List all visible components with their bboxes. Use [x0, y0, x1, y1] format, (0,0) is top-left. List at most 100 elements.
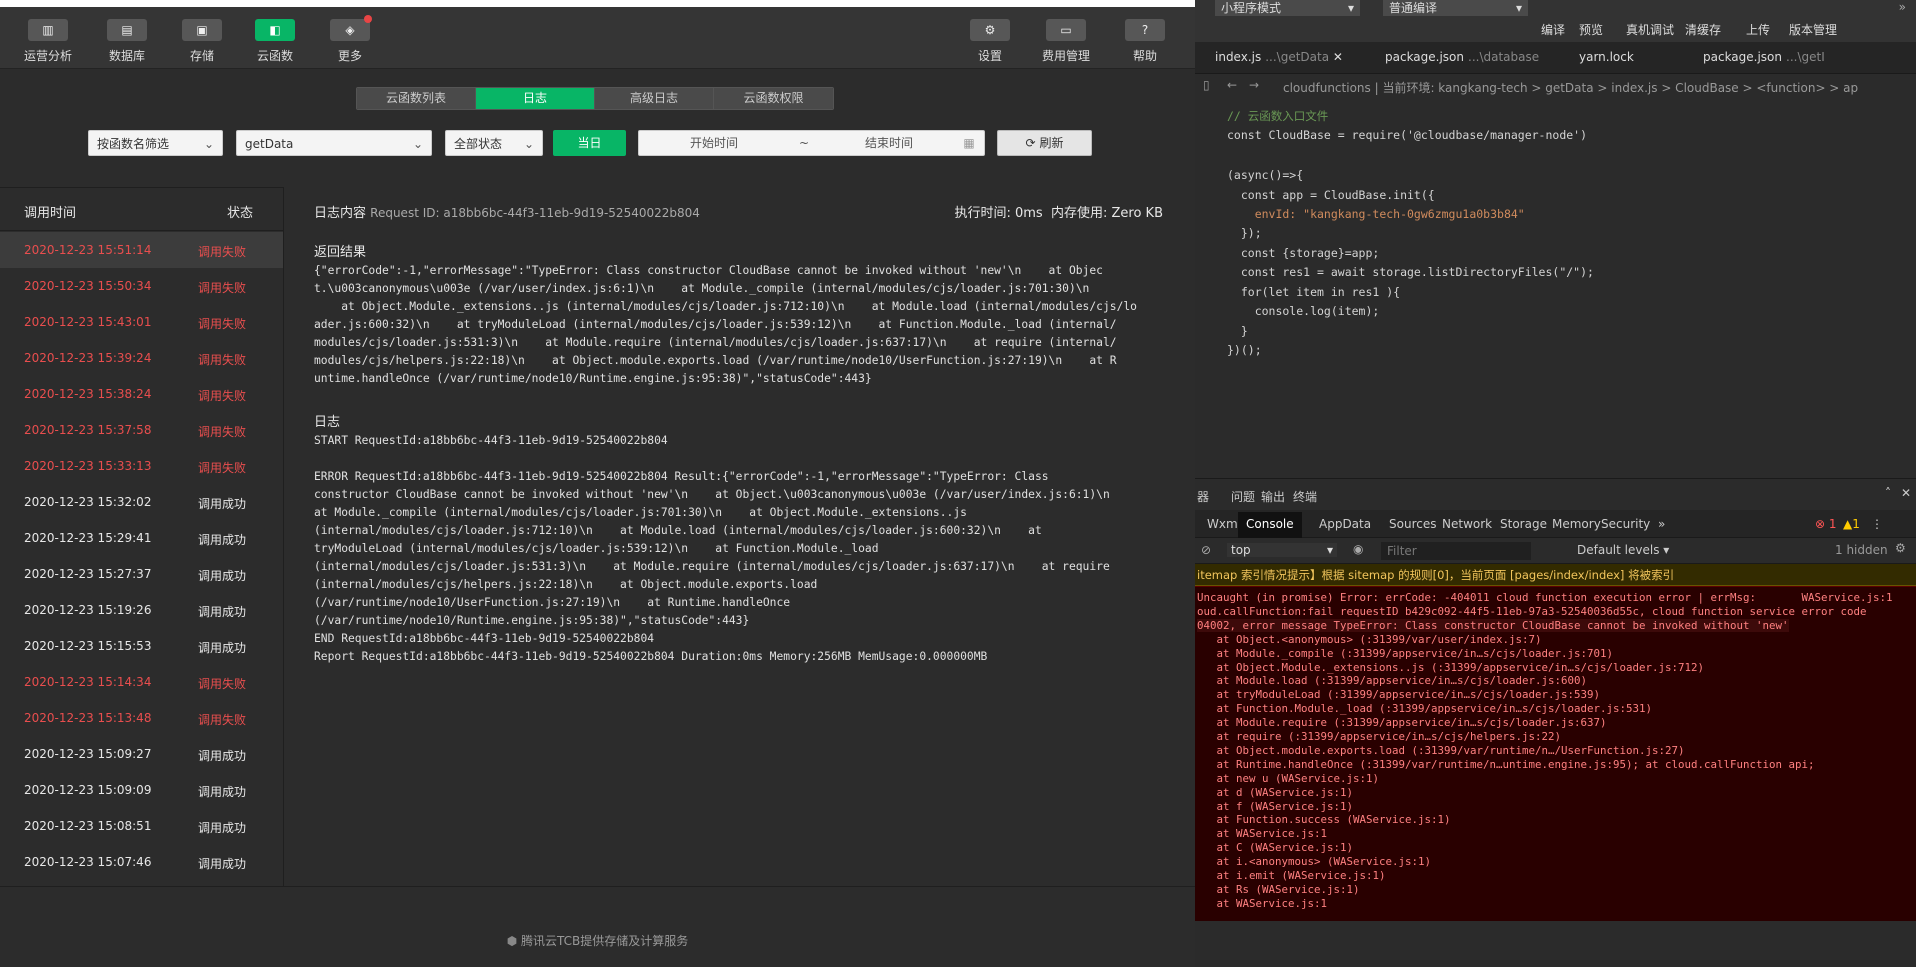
editor-tabs: index.js ...\getData ✕ package.json ...\dat… [1195, 42, 1916, 74]
log-row[interactable]: 2020-12-23 15:09:09 调用成功 [0, 772, 283, 808]
context-select[interactable]: top ▾ [1227, 543, 1337, 557]
collapse-icon[interactable]: » [1899, 0, 1906, 14]
filter-by-name-select[interactable]: 按函数名筛选 ⌄ [88, 130, 223, 156]
log-status: 调用成功 [198, 749, 247, 763]
log-row[interactable]: 2020-12-23 15:07:46 调用成功 [0, 844, 283, 880]
close-icon[interactable]: ✕ [1901, 486, 1911, 500]
toolbar-label: 存储 [189, 49, 214, 63]
function-select[interactable]: getData ⌄ [236, 130, 432, 156]
devtools-tab-sources[interactable]: Sources [1389, 517, 1436, 531]
log-row[interactable]: 2020-12-23 15:51:14 调用失败 [0, 232, 283, 268]
clear-console-icon[interactable]: ⊘ [1201, 543, 1211, 557]
ide-action-2[interactable]: 真机调试 [1626, 21, 1674, 38]
devtools-tab-storage[interactable]: Storage [1500, 517, 1547, 531]
tab-2[interactable]: 高级日志 [595, 88, 714, 109]
log-time: 2020-12-23 15:07:46 [24, 855, 152, 869]
close-icon[interactable]: ✕ [1329, 50, 1343, 64]
tab-3[interactable]: 云函数权限 [714, 88, 833, 109]
log-row[interactable]: 2020-12-23 15:33:13 调用失败 [0, 448, 283, 484]
log-line: START RequestId:a18bb6bc-44f3-11eb-9d19-… [314, 434, 668, 447]
panel-tab-1[interactable]: 问题 [1231, 488, 1255, 505]
error-line: at WAService.js:1 [1197, 896, 1328, 910]
ide-action-5[interactable]: 版本管理 [1789, 21, 1837, 38]
ide-action-1[interactable]: 预览 [1579, 21, 1603, 38]
log-row[interactable]: 2020-12-23 15:50:34 调用失败 [0, 268, 283, 304]
toolbar-cloud-function-button[interactable]: ◧ 云函数 [243, 19, 307, 64]
log-line: (/var/runtime/node10/UserFunction.js:27:… [314, 596, 791, 609]
editor-tab-1[interactable]: package.json ...\database [1385, 50, 1539, 64]
devtools-tab-network[interactable]: Network [1442, 517, 1492, 531]
devtools-tab-console[interactable]: Console [1238, 512, 1302, 538]
editor-tab-3[interactable]: package.json ...\getI [1703, 50, 1825, 64]
editor-tab-0[interactable]: index.js ...\getData ✕ [1215, 50, 1343, 64]
tab-1[interactable]: 日志 [476, 88, 595, 109]
log-status: 调用失败 [198, 353, 247, 367]
error-line: at f (WAService.js:1) [1197, 799, 1354, 813]
chevron-up-icon[interactable]: ˄ [1885, 486, 1891, 500]
toolbar-help-button[interactable]: ? 帮助 [1113, 19, 1177, 64]
log-row[interactable]: 2020-12-23 15:09:27 调用成功 [0, 736, 283, 772]
console-filter-input[interactable]: Filter [1381, 542, 1531, 560]
toolbar-layers-button[interactable]: ◈ 更多 [318, 15, 382, 64]
editor-tab-2[interactable]: yarn.lock [1579, 50, 1638, 64]
log-line: (internal/modules/cjs/helpers.js:22:18)\… [314, 578, 818, 591]
mode-select[interactable]: 小程序模式 ▾ [1215, 0, 1360, 16]
tab-0[interactable]: 云函数列表 [357, 88, 476, 109]
log-line: END RequestId:a18bb6bc-44f3-11eb-9d19-52… [314, 632, 655, 645]
log-time: 2020-12-23 15:39:24 [24, 351, 152, 365]
date-range-picker[interactable]: 开始时间 ~ 结束时间 ▦ [638, 130, 985, 156]
error-line: at Module.require (:31399/appservice/in…… [1197, 716, 1607, 730]
log-row[interactable]: 2020-12-23 15:37:58 调用失败 [0, 412, 283, 448]
error-line: at Object.module.exports.load (:31399/va… [1197, 743, 1685, 757]
devtools-tab-appdata[interactable]: AppData [1319, 517, 1371, 531]
toolbar-billing-button[interactable]: ▭ 费用管理 [1034, 19, 1098, 64]
toolbar-database-button[interactable]: ▤ 数据库 [95, 19, 159, 64]
code-editor[interactable]: // 云函数入口文件 const CloudBase = require('@cl… [1195, 98, 1916, 478]
tab-dir: ...\getI [1786, 50, 1825, 64]
panel-tab-2[interactable]: 输出 [1261, 488, 1285, 505]
start-time[interactable]: 开始时间 [639, 130, 789, 156]
result-line: t.\u003canonymous\u003e (/var/user/index… [314, 282, 1090, 295]
ide-action-4[interactable]: 上传 [1746, 21, 1770, 38]
toolbar-bar-chart-button[interactable]: ▥ 运营分析 [16, 19, 80, 64]
log-detail-title: 日志内容 Request ID: a18bb6bc-44f3-11eb-9d19… [314, 206, 700, 221]
toolbar-label: 设置 [977, 49, 1002, 63]
status-select[interactable]: 全部状态 ⌄ [445, 130, 543, 156]
toolbar-storage-button[interactable]: ▣ 存储 [170, 19, 234, 64]
more-tabs-icon[interactable]: » [1658, 517, 1665, 531]
forward-icon[interactable]: → [1249, 78, 1259, 92]
log-row[interactable]: 2020-12-23 15:15:53 调用成功 [0, 628, 283, 664]
ide-action-3[interactable]: 清缓存 [1685, 21, 1721, 38]
gear-icon[interactable]: ⚙ [1895, 541, 1906, 555]
log-row[interactable]: 2020-12-23 15:08:51 调用成功 [0, 808, 283, 844]
refresh-button[interactable]: ⟳ 刷新 [997, 130, 1092, 156]
ide-action-0[interactable]: 编译 [1541, 21, 1565, 38]
code-line: } [1227, 324, 1248, 338]
log-status: 调用成功 [198, 857, 247, 871]
levels-select[interactable]: Default levels ▾ [1577, 543, 1669, 557]
log-row[interactable]: 2020-12-23 15:32:02 调用成功 [0, 484, 283, 520]
log-row[interactable]: 2020-12-23 15:13:48 调用失败 [0, 700, 283, 736]
back-icon[interactable]: ← [1227, 78, 1237, 92]
eye-icon[interactable]: ◉ [1353, 542, 1363, 556]
devtools-tab-memory[interactable]: Memory [1552, 517, 1601, 531]
end-time[interactable]: 结束时间 [819, 130, 959, 156]
devtools-tab-wxml[interactable]: Wxml [1207, 517, 1241, 531]
compile-select[interactable]: 普通编译 ▾ [1383, 0, 1528, 16]
log-row[interactable]: 2020-12-23 15:27:37 调用成功 [0, 556, 283, 592]
log-row[interactable]: 2020-12-23 15:38:24 调用失败 [0, 376, 283, 412]
devtools-tab-security[interactable]: Security [1601, 517, 1650, 531]
log-row[interactable]: 2020-12-23 15:14:34 调用失败 [0, 664, 283, 700]
log-row[interactable]: 2020-12-23 15:29:41 调用成功 [0, 520, 283, 556]
today-button[interactable]: 当日 [553, 130, 626, 156]
kebab-menu-icon[interactable]: ⋮ [1871, 517, 1883, 531]
error-line: at Function.success (WAService.js:1) [1197, 813, 1451, 827]
toolbar-gear-button[interactable]: ⚙ 设置 [958, 19, 1022, 64]
function-tabs: 云函数列表 日志 高级日志 云函数权限 [356, 87, 834, 110]
log-row[interactable]: 2020-12-23 15:39:24 调用失败 [0, 340, 283, 376]
log-row[interactable]: 2020-12-23 15:43:01 调用失败 [0, 304, 283, 340]
panel-tabs: 器 问题 输出 终端 ˄ ✕ [1195, 478, 1916, 510]
panel-tab-3[interactable]: 终端 [1293, 488, 1317, 505]
log-row[interactable]: 2020-12-23 15:19:26 调用成功 [0, 592, 283, 628]
panel-tab-0[interactable]: 器 [1197, 488, 1209, 505]
